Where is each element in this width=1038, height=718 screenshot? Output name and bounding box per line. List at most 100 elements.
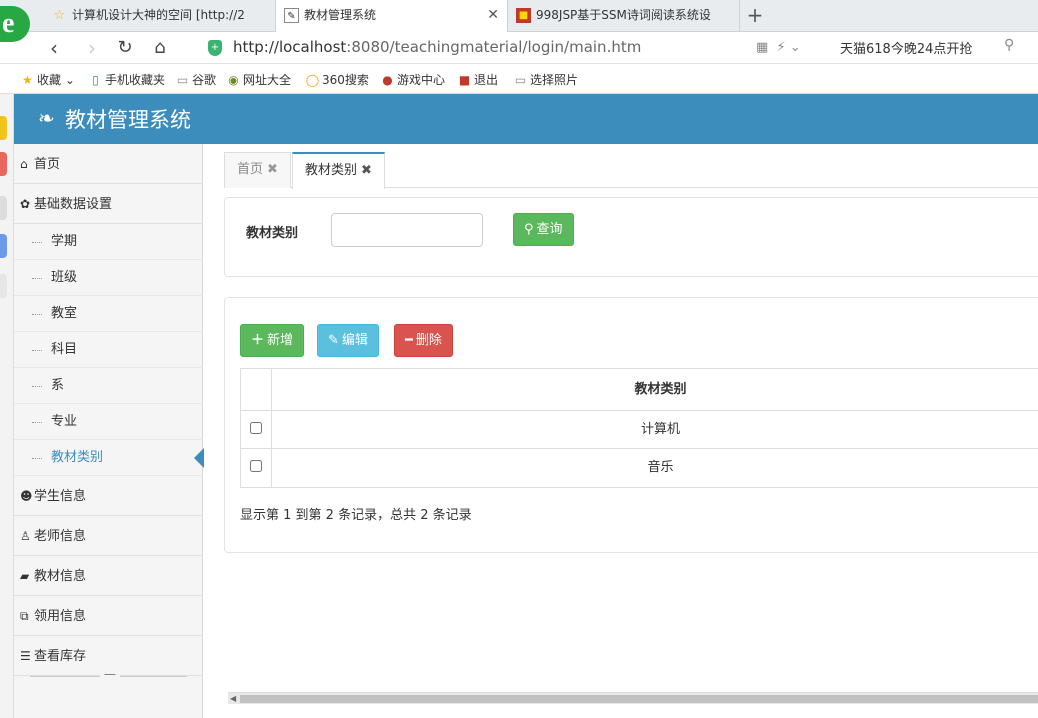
side-chip[interactable]	[0, 234, 7, 258]
bookmark-google[interactable]: ▭ 谷歌	[175, 71, 216, 88]
browser-tab-space[interactable]: ☆ 计算机设计大神的空间 [http://2	[44, 0, 276, 32]
browser-tab-label: 教材管理系统	[304, 8, 377, 22]
sidebar-item-students[interactable]: ☻学生信息	[14, 476, 203, 516]
sidebar-item-subject[interactable]: 科目	[14, 332, 203, 368]
search-icon[interactable]: ⚲	[1004, 37, 1014, 53]
bookmark-directory[interactable]: ◉ 网址大全	[226, 71, 291, 88]
close-icon[interactable]: ✖	[361, 163, 372, 178]
plus-icon: ＋	[251, 333, 265, 348]
sidebar-collapse[interactable]: —	[30, 667, 187, 681]
browser-tab-jsp[interactable]: ■ 998JSP基于SSM诗词阅读系统设	[508, 0, 740, 32]
browser-tab-label: 998JSP基于SSM诗词阅读系统设	[536, 8, 711, 22]
side-chip[interactable]	[0, 196, 7, 220]
list-icon: ☰	[20, 649, 31, 663]
app-header: ❧ 教材管理系统	[14, 94, 1038, 144]
book-icon: ▰	[20, 569, 30, 583]
sidebar-item-basic-settings[interactable]: ✿ 基础数据设置	[14, 184, 203, 224]
browser-tab-label: 计算机设计大神的空间 [http://2	[72, 8, 245, 22]
gift-icon: ■	[516, 8, 531, 23]
home-icon[interactable]: ⌂	[148, 36, 172, 60]
scrollbar-thumb[interactable]	[240, 695, 1038, 703]
bookmarks-bar: ★ 收藏 ⌄ ▯ 手机收藏夹 ▭ 谷歌 ◉ 网址大全 ◯ 360搜索 ● 游戏中心 ■ 退出 …	[0, 64, 1038, 94]
bookmark-games[interactable]: ● 游戏中心	[380, 71, 445, 88]
column-header[interactable]: 教材类别	[272, 369, 1038, 410]
header-checkbox-cell	[241, 369, 272, 410]
table-row[interactable]: 音乐	[241, 449, 1038, 487]
side-chip[interactable]	[0, 116, 7, 140]
sidebar-item-materials[interactable]: ▰ 教材信息	[14, 556, 203, 596]
globe-icon: ◉	[228, 73, 239, 87]
game-icon: ●	[382, 73, 393, 87]
home-icon: ⌂	[20, 157, 28, 171]
side-chip[interactable]	[0, 274, 7, 298]
row-checkbox-cell	[241, 449, 272, 487]
row-checkbox-cell	[241, 411, 272, 448]
shield-icon: +	[208, 40, 222, 56]
main-content: 首页✖ 教材类别✖ 教材类别 ⚲查询 ＋新增 ✎编辑 ━删除 教材类别	[204, 144, 1038, 718]
circle-icon: ◯	[305, 73, 320, 87]
close-icon[interactable]: ✖	[267, 162, 278, 177]
address-bar: ‹ › ↻ ⌂ + http://localhost:8080/teaching…	[0, 32, 1038, 64]
extension-icons[interactable]: ▦ ⚡ ⌄	[756, 40, 801, 55]
tab-home[interactable]: 首页 ✖	[224, 152, 291, 188]
sidebar-item-major[interactable]: 专业	[14, 404, 203, 440]
forward-icon[interactable]: ›	[80, 36, 104, 60]
add-button[interactable]: ＋新增	[240, 324, 305, 357]
app-title[interactable]: 教材管理系统	[65, 104, 191, 134]
users-icon: ☻	[20, 489, 33, 503]
edit-icon: ✎	[328, 333, 339, 348]
table-row[interactable]: 计算机	[241, 411, 1038, 449]
promo-text[interactable]: 天猫618今晚24点开抢	[840, 38, 972, 57]
sidebar-item-collection[interactable]: ⧉ 领用信息	[14, 596, 203, 636]
table-cell: 计算机	[640, 422, 680, 437]
refresh-icon[interactable]: ↻	[113, 36, 137, 60]
page-icon: ✎	[284, 8, 299, 23]
bookmark-photos[interactable]: ▭ 选择照片	[513, 71, 578, 88]
browser-side-strip	[0, 94, 14, 718]
exit-icon: ■	[458, 73, 471, 87]
side-chip[interactable]	[0, 152, 7, 176]
search-input[interactable]	[331, 213, 483, 247]
pagination-info: 显示第 1 到第 2 条记录，总共 2 条记录	[240, 508, 472, 523]
delete-button[interactable]: ━ 删除	[394, 324, 453, 357]
user-icon: ♙	[20, 529, 31, 543]
phone-icon: ▯	[92, 73, 99, 87]
browser-tab-active[interactable]: ✎ 教材管理系统 ✕	[276, 0, 508, 32]
row-checkbox[interactable]	[250, 422, 262, 434]
page-icon: ▭	[514, 73, 527, 87]
star-icon: ☆	[53, 8, 66, 23]
search-label: 教材类别	[246, 226, 299, 241]
close-tab-icon[interactable]: ✕	[487, 0, 499, 30]
bookmark-favorites[interactable]: ★ 收藏 ⌄	[20, 71, 75, 88]
gear-icon: ✿	[20, 197, 31, 211]
sidebar-item-semester[interactable]: 学期	[14, 224, 203, 260]
content-tabs: 首页 ✖ 教材类别 ✖	[224, 152, 1038, 189]
horizontal-scrollbar[interactable]: ◀	[228, 692, 1038, 704]
sidebar: ⌂ 首页 ✿ 基础数据设置 学期 班级 教室 科目 系 专业 教材类别 ☻学生信息 …	[14, 144, 204, 718]
search-panel: 教材类别 ⚲ 查询	[224, 197, 1038, 277]
table-header-row: 教材类别	[241, 369, 1038, 411]
url-field[interactable]: + http://localhost:8080/teachingmaterial…	[204, 35, 824, 61]
bookmark-mobile[interactable]: ▯ 手机收藏夹	[88, 71, 165, 88]
browser-tab-strip: ☆ 计算机设计大神的空间 [http://2 ✎ 教材管理系统 ✕ ■ 998J…	[0, 0, 1038, 32]
collapse-icon: —	[100, 667, 120, 681]
sidebar-item-department[interactable]: 系	[14, 368, 203, 404]
scroll-left-icon[interactable]: ◀	[230, 693, 236, 705]
bookmark-360[interactable]: ◯ 360搜索	[305, 71, 369, 88]
edit-button[interactable]: ✎ 编辑	[317, 324, 379, 357]
back-icon[interactable]: ‹	[42, 36, 66, 60]
table-cell: 音乐	[647, 460, 674, 475]
sidebar-item-classroom[interactable]: 教室	[14, 296, 203, 332]
sidebar-item-material-category[interactable]: 教材类别	[14, 440, 204, 476]
tab-material-category[interactable]: 教材类别 ✖	[292, 152, 385, 189]
sidebar-item-class[interactable]: 班级	[14, 260, 203, 296]
bookmark-exit[interactable]: ■ 退出	[457, 71, 498, 88]
sidebar-item-home[interactable]: ⌂ 首页	[14, 144, 203, 184]
clone-icon: ⧉	[20, 609, 29, 623]
data-table: 教材类别 计算机 音乐	[240, 368, 1038, 488]
search-button[interactable]: ⚲ 查询	[513, 213, 574, 246]
new-tab-button[interactable]: +	[742, 0, 768, 32]
sidebar-item-teachers[interactable]: ♙ 老师信息	[14, 516, 203, 556]
row-checkbox[interactable]	[250, 460, 262, 472]
url-path: :8080/teachingmaterial/login/main.htm	[346, 38, 642, 56]
